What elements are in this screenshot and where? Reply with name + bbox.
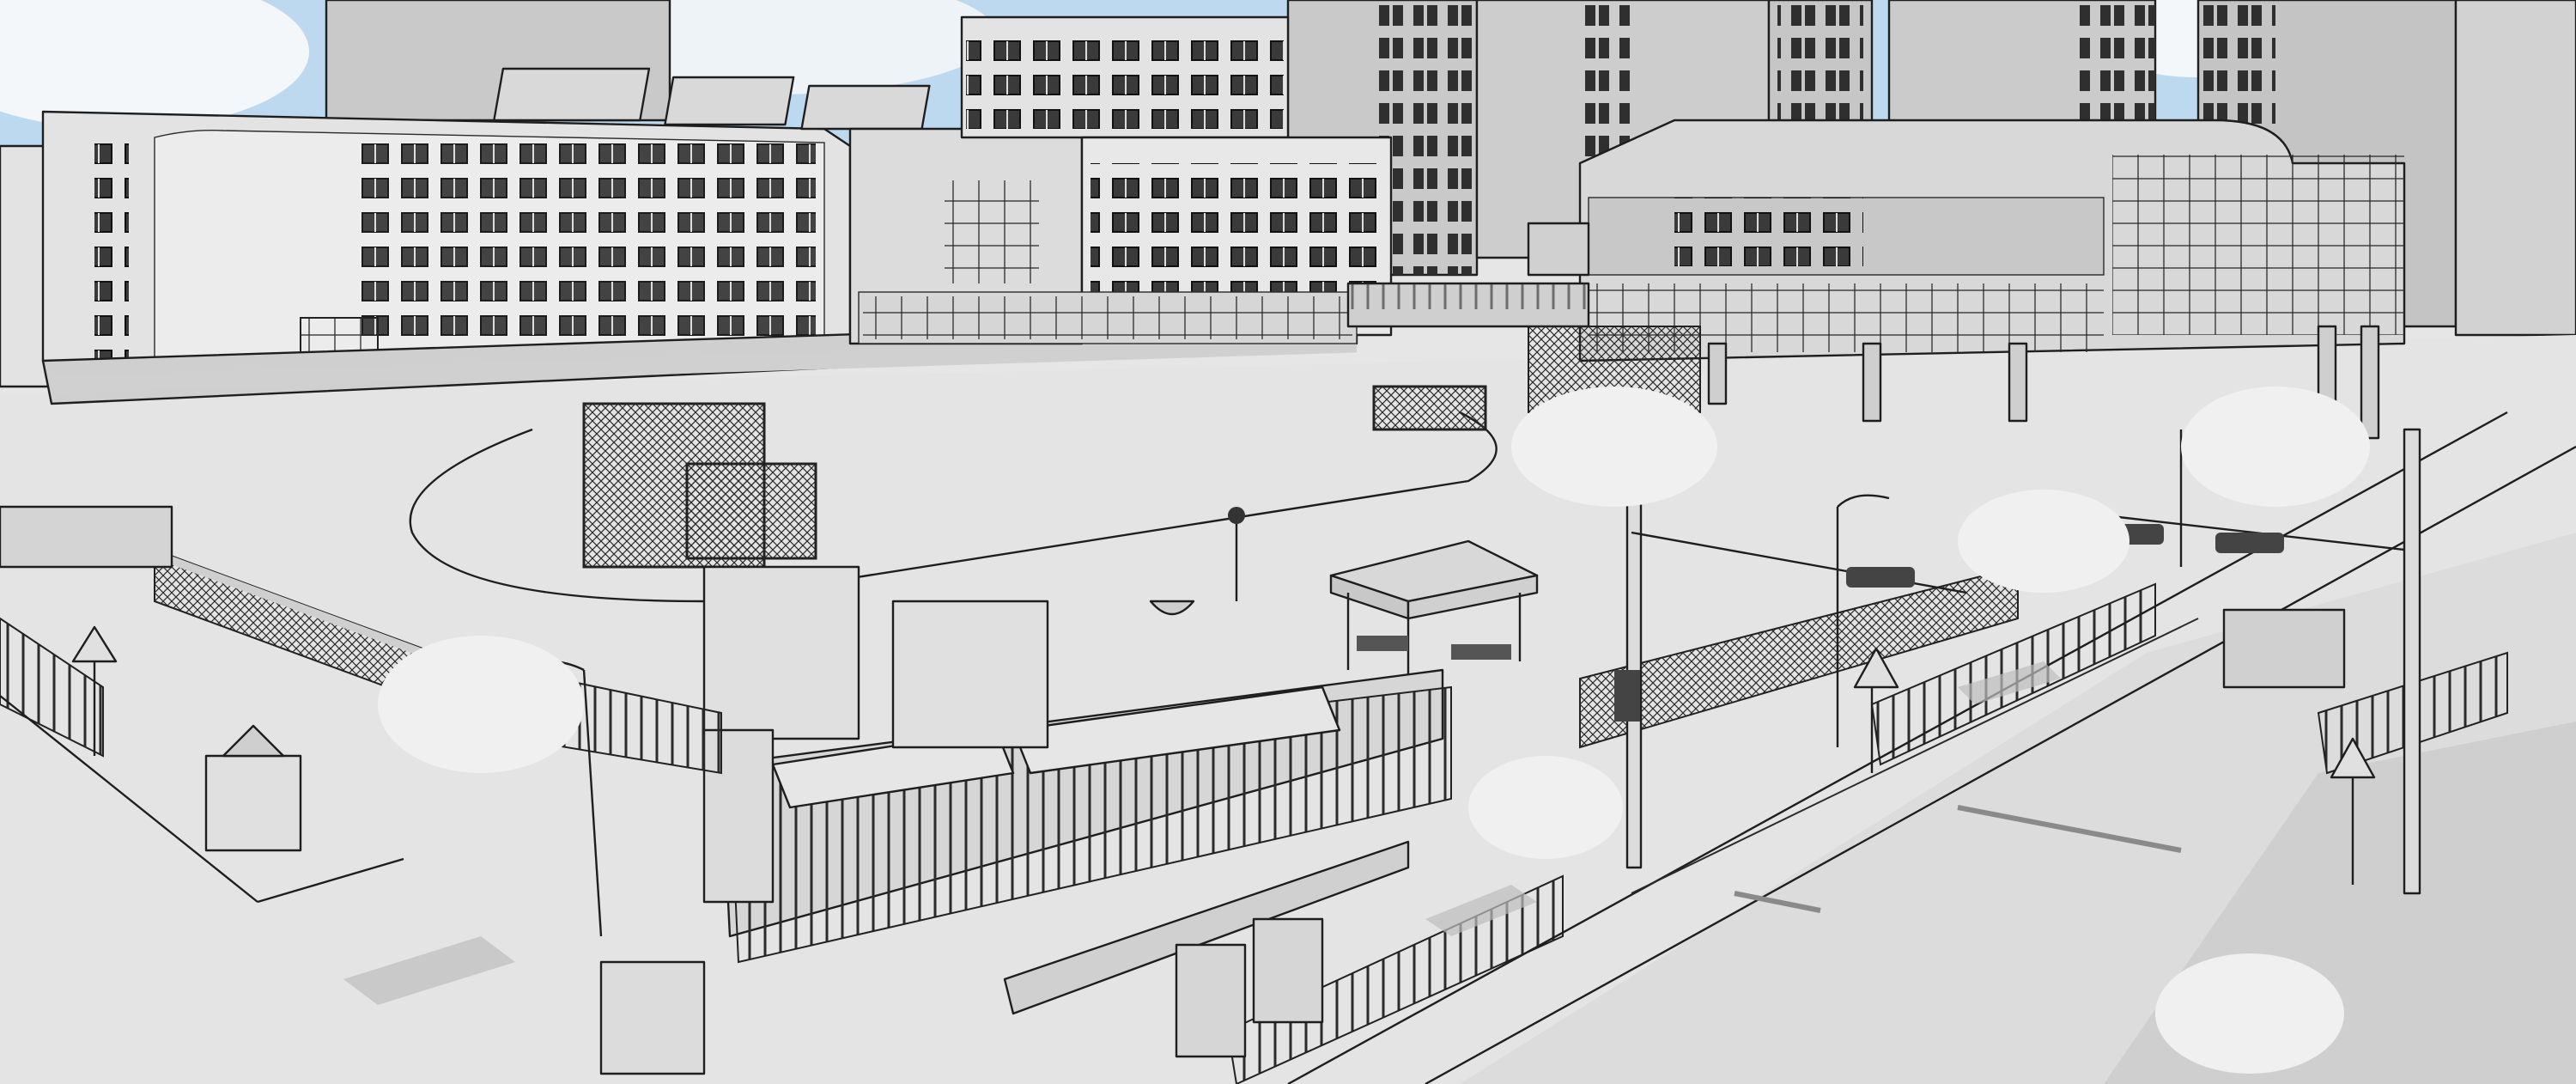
school-campus-render (0, 0, 2576, 1084)
